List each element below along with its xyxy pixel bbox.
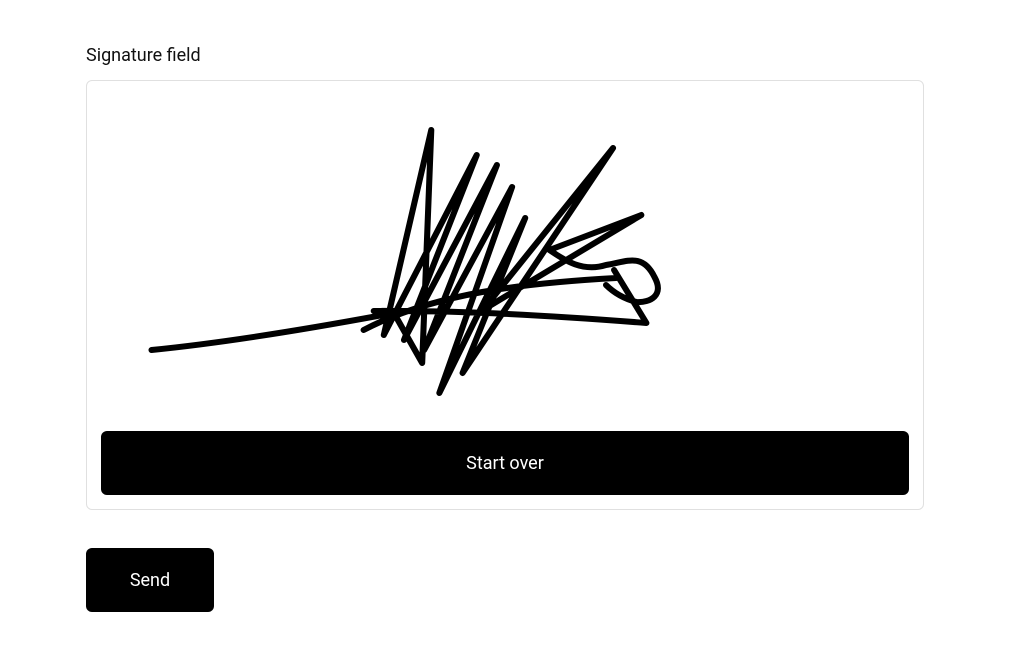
- signature-stroke-icon: [101, 95, 909, 419]
- signature-field-label: Signature field: [86, 45, 924, 66]
- send-button[interactable]: Send: [86, 548, 214, 612]
- signature-canvas[interactable]: [101, 95, 909, 419]
- start-over-button[interactable]: Start over: [101, 431, 909, 495]
- signature-card: Start over: [86, 80, 924, 510]
- signature-field-group: Signature field Start over: [86, 45, 924, 510]
